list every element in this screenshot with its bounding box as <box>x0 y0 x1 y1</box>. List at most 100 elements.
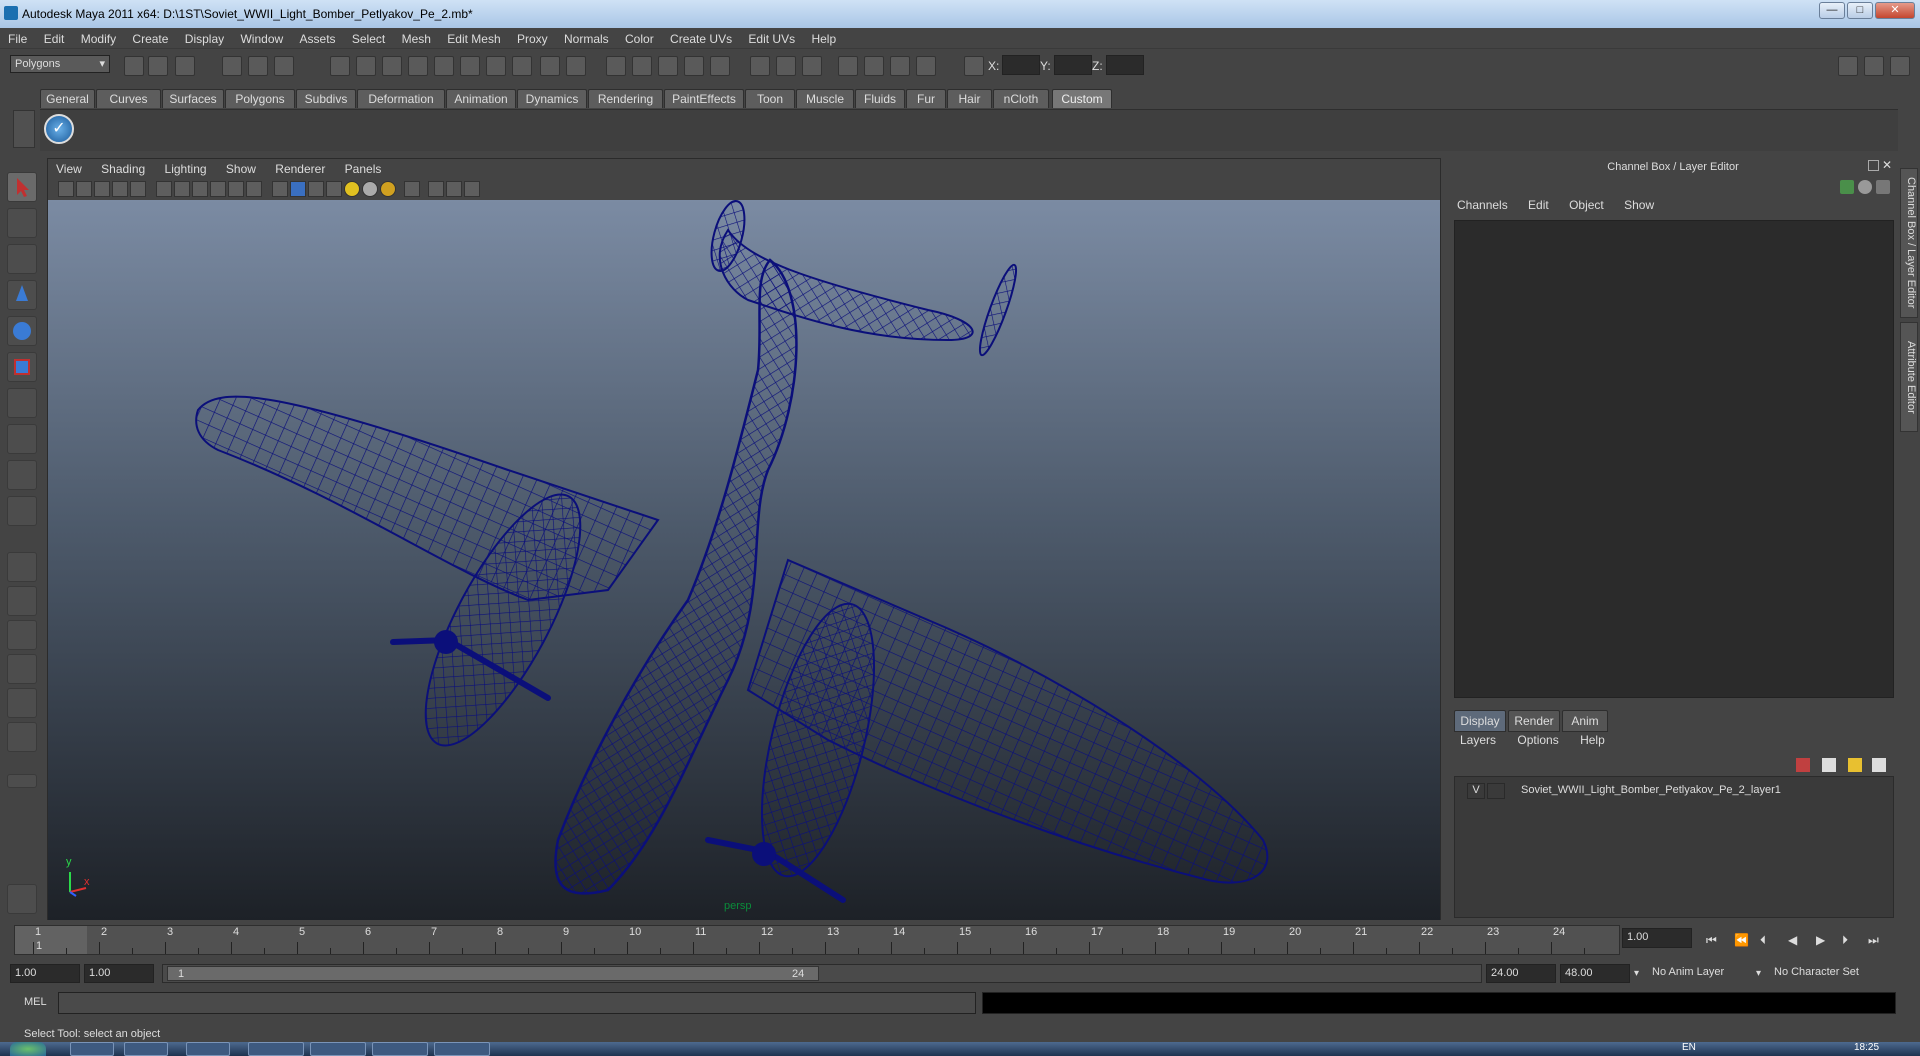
shelf-tab-deformation[interactable]: Deformation <box>357 89 445 108</box>
layer-type-toggle[interactable] <box>1487 783 1505 799</box>
shelf-tab-general[interactable]: General <box>40 89 95 108</box>
vp-menu-lighting[interactable]: Lighting <box>157 159 215 176</box>
universal-manipulator-icon[interactable] <box>7 388 37 418</box>
layer-color-swatch[interactable] <box>1507 783 1517 799</box>
layer-tab-anim[interactable]: Anim <box>1562 710 1608 732</box>
input-language[interactable]: EN <box>1682 1042 1696 1053</box>
z-coordinate-input[interactable] <box>1106 55 1144 75</box>
perspective-viewport[interactable]: y x persp <box>48 200 1440 920</box>
make-live-icon[interactable] <box>710 56 730 76</box>
layer-menu-help[interactable]: Help <box>1568 733 1611 747</box>
soft-modification-icon[interactable] <box>7 424 37 454</box>
step-back-icon[interactable]: ⏪ <box>1734 933 1750 947</box>
range-slider-track[interactable]: 1 24 <box>162 964 1482 983</box>
shelf-tab-fluids[interactable]: Fluids <box>855 89 905 108</box>
close-button[interactable]: ✕ <box>1875 2 1915 19</box>
layer-option-icon[interactable] <box>1848 758 1862 772</box>
shelf-tab-painteffects[interactable]: PaintEffects <box>664 89 744 108</box>
anim-layer-menu-icon[interactable]: ▾ <box>1634 968 1639 979</box>
smooth-shade-icon[interactable] <box>290 181 306 197</box>
new-scene-icon[interactable] <box>124 56 144 76</box>
menu-window[interactable]: Window <box>232 29 288 46</box>
lasso-tool-icon[interactable] <box>7 208 37 238</box>
render-settings-icon[interactable] <box>916 56 936 76</box>
high-quality-icon[interactable] <box>464 181 480 197</box>
render-view-icon[interactable] <box>838 56 858 76</box>
channel-key-icon[interactable] <box>1840 180 1854 194</box>
menu-file[interactable]: File <box>0 29 32 46</box>
select-surface-icon[interactable] <box>408 56 428 76</box>
close-panel-icon[interactable]: ✕ <box>1882 158 1892 172</box>
cb-menu-edit[interactable]: Edit <box>1519 198 1557 212</box>
maximize-button[interactable]: □ <box>1847 2 1873 19</box>
start-time-input[interactable]: 1.00 <box>10 964 80 983</box>
go-to-start-icon[interactable]: ⏮ <box>1706 933 1722 947</box>
transform-mode-icon[interactable] <box>964 56 984 76</box>
select-object-icon[interactable] <box>248 56 268 76</box>
wireframe-on-shaded-icon[interactable] <box>308 181 324 197</box>
attribute-editor-toggle-icon[interactable] <box>1838 56 1858 76</box>
paint-select-tool-icon[interactable] <box>7 244 37 274</box>
safe-action-icon[interactable] <box>246 181 262 197</box>
select-deform-icon[interactable] <box>434 56 454 76</box>
menu-proxy[interactable]: Proxy <box>509 29 553 46</box>
snap-point-icon[interactable] <box>658 56 678 76</box>
new-empty-layer-icon[interactable] <box>1822 758 1836 772</box>
ipr-render-icon[interactable] <box>890 56 910 76</box>
cb-menu-channels[interactable]: Channels <box>1448 198 1516 212</box>
float-panel-icon[interactable] <box>1868 160 1879 171</box>
move-tool-icon[interactable] <box>7 280 37 310</box>
snap-grid-icon[interactable] <box>606 56 626 76</box>
render-current-frame-icon[interactable] <box>864 56 884 76</box>
command-input[interactable] <box>58 992 976 1014</box>
persp-graph-hypergraph-layout-icon[interactable] <box>7 722 37 752</box>
camera-select-icon[interactable] <box>58 181 74 197</box>
character-set-dropdown[interactable]: No Character Set <box>1770 964 1880 983</box>
history-output-icon[interactable] <box>776 56 796 76</box>
menu-select[interactable]: Select <box>344 29 390 46</box>
vp-menu-view[interactable]: View <box>48 159 90 176</box>
wireframe-icon[interactable] <box>272 181 288 197</box>
select-tool-icon[interactable] <box>7 172 37 202</box>
camera-attributes-icon[interactable] <box>76 181 92 197</box>
layer-row[interactable]: V Soviet_WWII_Light_Bomber_Petlyakov_Pe_… <box>1455 781 1893 799</box>
shelf-tab-ncloth[interactable]: nCloth <box>993 89 1049 108</box>
new-layer-from-selected-icon[interactable] <box>1796 758 1810 772</box>
shelf-tab-polygons[interactable]: Polygons <box>225 89 295 108</box>
field-chart-icon[interactable] <box>228 181 244 197</box>
highlight-selection-icon[interactable] <box>566 56 586 76</box>
checkmark-shelf-icon[interactable]: ✓ <box>44 114 74 144</box>
vp-menu-panels[interactable]: Panels <box>337 159 390 176</box>
menu-edit[interactable]: Edit <box>36 29 70 46</box>
shelf-tab-custom[interactable]: Custom <box>1052 89 1112 108</box>
layer-menu-options[interactable]: Options <box>1505 733 1564 747</box>
resolution-gate-icon[interactable] <box>192 181 208 197</box>
lock-selection-icon[interactable] <box>540 56 560 76</box>
taskbar-app-2[interactable] <box>124 1042 168 1056</box>
shelf-tab-hair[interactable]: Hair <box>947 89 992 108</box>
shelf-tab-animation[interactable]: Animation <box>446 89 516 108</box>
select-handle-icon[interactable] <box>330 56 350 76</box>
select-dynamic-icon[interactable] <box>460 56 480 76</box>
shelf-tab-dynamics[interactable]: Dynamics <box>517 89 587 108</box>
image-plane-icon[interactable] <box>112 181 128 197</box>
channel-speed-icon[interactable] <box>1858 180 1872 194</box>
play-backwards-icon[interactable]: ◀ <box>1788 933 1804 947</box>
menu-set-dropdown[interactable]: Polygons ▾ <box>10 55 110 73</box>
select-curve-icon[interactable] <box>382 56 402 76</box>
cb-menu-object[interactable]: Object <box>1560 198 1612 212</box>
menu-normals[interactable]: Normals <box>556 29 614 46</box>
save-scene-icon[interactable] <box>175 56 195 76</box>
playback-end-input[interactable]: 24.00 <box>1486 964 1556 983</box>
cb-menu-show[interactable]: Show <box>1615 198 1662 212</box>
time-slider[interactable]: 1 1 2 3 4 5 6 7 8 9 10 11 12 13 14 15 16 17 18 19 20 21 22 23 2… <box>14 925 1620 955</box>
y-coordinate-input[interactable] <box>1054 55 1092 75</box>
shelf-menu-icon[interactable] <box>13 110 35 148</box>
show-manipulator-icon[interactable] <box>7 460 37 490</box>
go-to-end-icon[interactable]: ⏭ <box>1868 933 1884 947</box>
vp-menu-shading[interactable]: Shading <box>93 159 153 176</box>
lights-icon[interactable] <box>344 181 360 197</box>
range-slider-handle[interactable]: 1 24 <box>167 966 819 981</box>
anim-layer-dropdown[interactable]: No Anim Layer <box>1648 964 1744 983</box>
more-layouts-icon[interactable] <box>7 774 37 788</box>
